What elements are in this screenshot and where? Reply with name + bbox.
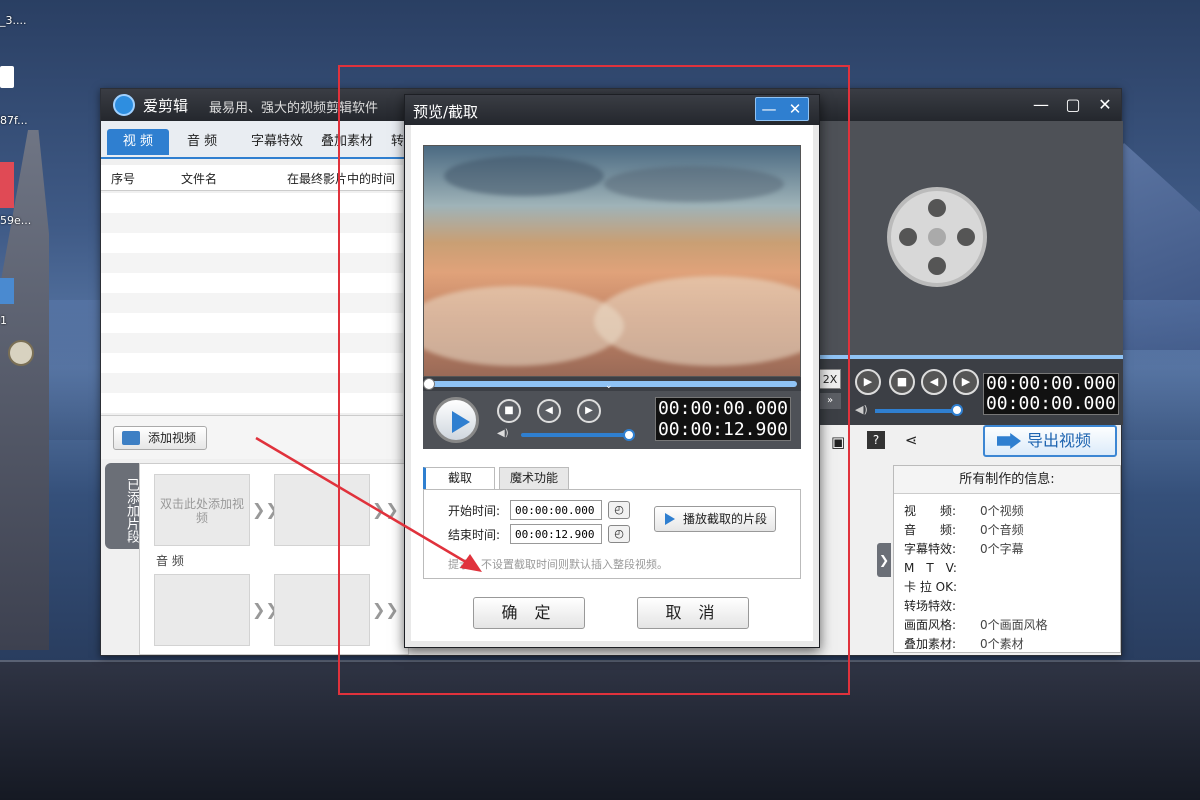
image-file-icon[interactable]: [0, 162, 14, 208]
panel-toggle-chevron-icon[interactable]: ❯: [877, 543, 891, 577]
info-value-audio: 0个音频: [980, 523, 1024, 537]
production-info-panel: 所有制作的信息: 视 频: 0个视频 音 频: 0个音频 字幕特效: 0个字幕 …: [893, 465, 1121, 653]
volume-slider[interactable]: [875, 409, 955, 413]
main-time-total: 00:00:00.000: [985, 393, 1117, 414]
col-filename: 文件名: [181, 172, 218, 186]
main-time-display: 00:00:00.000 00:00:00.000: [983, 373, 1119, 415]
reel-hub: [928, 228, 946, 246]
film-reel-icon: [887, 187, 987, 287]
film-clip-icon: [122, 431, 140, 445]
add-video-button[interactable]: 添加视频: [113, 426, 207, 450]
desktop-icon-label[interactable]: _3....: [0, 14, 27, 27]
info-value-style: 0个画面风格: [980, 618, 1048, 632]
minimize-icon[interactable]: —: [1029, 93, 1053, 117]
reel-hole: [928, 257, 946, 275]
tab-subtitle-effects[interactable]: 字幕特效: [243, 129, 311, 155]
export-video-label: 导出视频: [1027, 431, 1092, 450]
app-logo-icon: [113, 94, 135, 116]
desktop-icon-label[interactable]: 1: [0, 314, 7, 327]
desktop-icon-label[interactable]: 87f...: [0, 114, 28, 127]
add-video-label: 添加视频: [148, 431, 197, 445]
reel-hole: [899, 228, 917, 246]
reel-hole: [928, 199, 946, 217]
app-name: 爱剪辑: [143, 97, 189, 115]
info-label-audio: 音 频:: [904, 523, 957, 537]
timeline-audio-label: 音 频: [156, 554, 184, 568]
annotation-highlight-box: [338, 65, 850, 695]
next-frame-icon[interactable]: ▶: [953, 369, 979, 395]
reel-hole: [957, 228, 975, 246]
info-label-subtitle: 字幕特效:: [904, 542, 957, 556]
info-value-overlay: 0个素材: [980, 637, 1024, 651]
info-value-subtitle: 0个字幕: [980, 542, 1024, 556]
volume-icon[interactable]: ◀): [855, 403, 868, 416]
timeline-video-slot-add[interactable]: 双击此处添加视频: [154, 474, 250, 546]
tab-video[interactable]: 视 频: [107, 129, 169, 155]
app-shortcut-icon[interactable]: [0, 278, 14, 304]
export-video-button[interactable]: 导出视频: [983, 425, 1117, 457]
info-label-transition: 转场特效:: [904, 599, 957, 613]
desktop-wallpaper-clock: [8, 340, 34, 366]
file-icon[interactable]: [0, 66, 14, 88]
annotation-arrow: [255, 436, 482, 572]
play-icon[interactable]: ▶: [855, 369, 881, 395]
export-arrow-icon: [997, 433, 1021, 449]
volume-knob[interactable]: [951, 404, 963, 416]
col-index: 序号: [111, 172, 136, 186]
prev-frame-icon[interactable]: ◀: [921, 369, 947, 395]
maximize-icon[interactable]: ▢: [1061, 93, 1085, 117]
stop-icon[interactable]: ■: [889, 369, 915, 395]
info-label-mtv: M T V:: [904, 561, 957, 575]
help-icon[interactable]: ?: [867, 431, 885, 449]
share-icon[interactable]: ⋖: [905, 431, 918, 449]
info-label-video: 视 频:: [904, 504, 957, 518]
tab-audio[interactable]: 音 频: [179, 129, 225, 155]
info-label-style: 画面风格:: [904, 618, 957, 632]
info-title: 所有制作的信息:: [894, 466, 1120, 494]
added-clips-tab[interactable]: 已添加片段: [105, 463, 139, 549]
timeline-audio-slot[interactable]: [154, 574, 250, 646]
desktop-icon-label[interactable]: 59e...: [0, 214, 31, 227]
info-value-video: 0个视频: [980, 504, 1024, 518]
info-label-karaoke: 卡 拉 OK:: [904, 580, 957, 594]
close-icon[interactable]: ✕: [1093, 93, 1117, 117]
main-time-current: 00:00:00.000: [985, 373, 1117, 394]
info-label-overlay: 叠加素材:: [904, 637, 957, 651]
